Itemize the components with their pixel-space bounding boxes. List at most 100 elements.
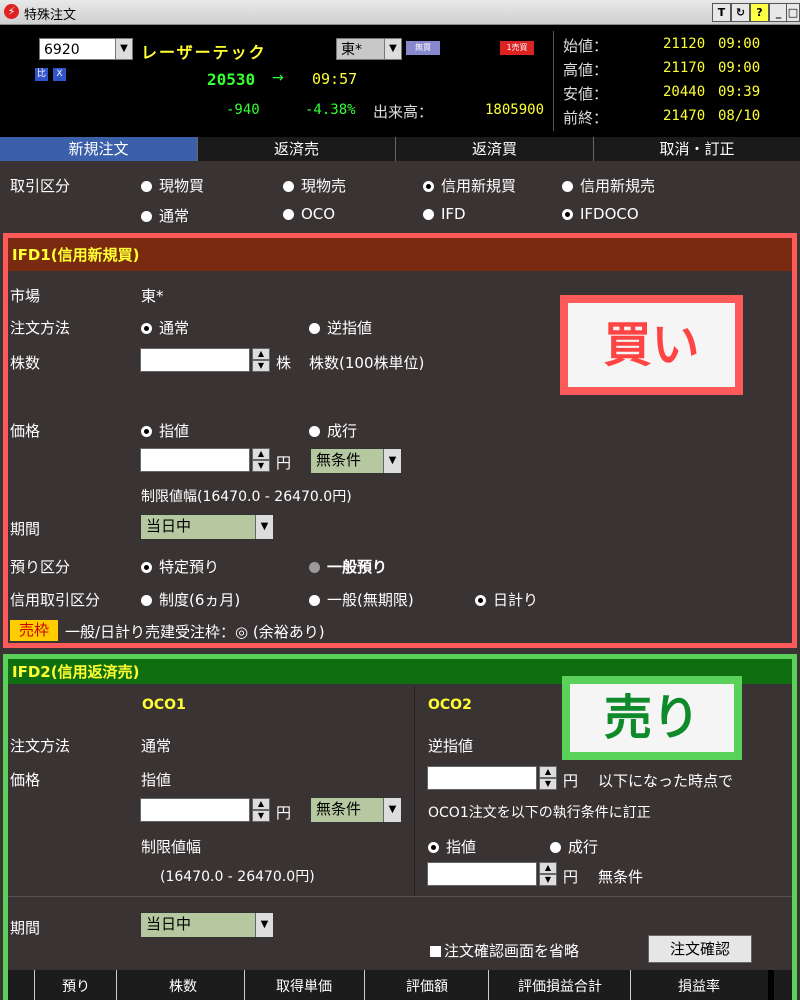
compare-icon[interactable]: 比	[35, 68, 48, 81]
market-combo[interactable]: 東* ▼	[336, 38, 402, 60]
radio-specific-deposit[interactable]: 特定預り	[141, 556, 219, 577]
column-divider	[116, 970, 117, 1000]
radio-spot-buy[interactable]: 現物買	[141, 175, 204, 196]
radio-selected-icon[interactable]	[423, 181, 434, 192]
ifd1-title: IFD1(信用新規買)	[12, 246, 140, 264]
col-acquisition-price[interactable]: 取得単価	[246, 976, 362, 996]
header-divider	[553, 31, 554, 131]
radio-icon[interactable]	[309, 426, 320, 437]
radio-selected-icon[interactable]	[428, 842, 439, 853]
spin-up-icon[interactable]: ▲	[252, 348, 270, 360]
radio-selected-icon[interactable]	[141, 426, 152, 437]
tab-cancel-modify[interactable]: 取消・訂正	[594, 137, 800, 161]
radio-oco[interactable]: OCO	[283, 205, 335, 223]
col-pl-rate[interactable]: 損益率	[632, 976, 766, 996]
tab-repay-sell[interactable]: 返済売	[198, 137, 396, 161]
radio-selected-icon[interactable]	[141, 562, 152, 573]
spin-down-icon[interactable]: ▼	[252, 360, 270, 372]
radio-credit-new-buy[interactable]: 信用新規買	[423, 175, 516, 196]
radio-general-deposit[interactable]: 一般預り	[309, 556, 387, 577]
price-label: 価格	[10, 422, 41, 440]
chevron-down-icon[interactable]: ▼	[255, 913, 273, 937]
quote-low: 安値： 20440 09:39	[563, 84, 761, 103]
tab-repay-buy[interactable]: 返済買	[396, 137, 594, 161]
radio-disabled-icon[interactable]	[309, 562, 320, 573]
col-valuation[interactable]: 評価額	[366, 976, 488, 996]
company-name: レーザーテック	[141, 43, 267, 62]
radio-icon[interactable]	[562, 181, 573, 192]
scrollbar-edge[interactable]	[768, 970, 774, 1000]
radio-icon[interactable]	[141, 211, 152, 222]
radio-spot-sell[interactable]: 現物売	[283, 175, 346, 196]
confirm-order-button[interactable]: 注文確認	[648, 935, 752, 963]
radio-icon[interactable]	[423, 209, 434, 220]
radio-oco2-limit[interactable]: 指値	[428, 836, 476, 857]
oco2-price-input[interactable]	[427, 862, 537, 886]
oco1-price-input[interactable]	[140, 798, 250, 822]
radio-ifdoco[interactable]: IFDOCO	[562, 205, 639, 223]
ifd2-period-combo[interactable]: 当日中 ▼	[140, 912, 274, 938]
radio-method-stop[interactable]: 逆指値	[309, 317, 372, 338]
radio-method-normal[interactable]: 通常	[141, 317, 189, 338]
ifd2-limit-label: 制限値幅	[141, 838, 202, 856]
radio-selected-icon[interactable]	[562, 209, 573, 220]
help-button[interactable]: ?	[750, 3, 769, 22]
badge-small[interactable]: 無貫	[406, 41, 440, 55]
radio-icon[interactable]	[550, 842, 561, 853]
radio-icon[interactable]	[309, 323, 320, 334]
refresh-button[interactable]: ↻	[731, 3, 750, 22]
radio-icon[interactable]	[141, 181, 152, 192]
chevron-down-icon[interactable]: ▼	[115, 39, 132, 59]
ifd1-header: IFD1(信用新規買)	[8, 238, 792, 271]
period-combo[interactable]: 当日中 ▼	[140, 514, 274, 540]
chevron-down-icon[interactable]: ▼	[255, 515, 273, 539]
radio-credit-daytrade[interactable]: 日計り	[475, 589, 538, 610]
limit-range: 制限値幅(16470.0 - 26470.0円)	[141, 489, 352, 505]
spin-down-icon[interactable]: ▼	[539, 778, 557, 790]
x-icon[interactable]: X	[53, 68, 66, 81]
radio-market[interactable]: 成行	[309, 420, 357, 441]
radio-icon[interactable]	[141, 595, 152, 606]
oco1-condition-combo[interactable]: 無条件 ▼	[310, 797, 402, 823]
radio-credit-system[interactable]: 制度(6ヵ月)	[141, 589, 240, 610]
spin-up-icon[interactable]: ▲	[252, 798, 270, 810]
skip-confirm-checkbox[interactable]: 注文確認画面を省略	[430, 940, 579, 961]
checkbox-icon[interactable]	[430, 946, 441, 957]
quantity-input[interactable]	[140, 348, 250, 372]
spin-down-icon[interactable]: ▼	[252, 460, 270, 472]
ifd2-title: IFD2(信用返済売)	[12, 663, 140, 681]
tab-new-order[interactable]: 新規注文	[0, 137, 198, 161]
radio-selected-icon[interactable]	[475, 595, 486, 606]
radio-normal[interactable]: 通常	[141, 205, 189, 226]
radio-icon[interactable]	[309, 595, 320, 606]
price-input[interactable]	[140, 448, 250, 472]
spin-up-icon[interactable]: ▲	[539, 862, 557, 874]
radio-oco2-market[interactable]: 成行	[550, 836, 598, 857]
radio-limit[interactable]: 指値	[141, 420, 189, 441]
spin-down-icon[interactable]: ▼	[252, 810, 270, 822]
oco2-label: OCO2	[428, 697, 472, 713]
col-deposit[interactable]: 預り	[36, 976, 116, 996]
chevron-down-icon[interactable]: ▼	[384, 39, 401, 59]
spin-up-icon[interactable]: ▲	[252, 448, 270, 460]
badge-red[interactable]: 1売買	[500, 41, 534, 55]
text-size-button[interactable]: T	[712, 3, 731, 22]
col-quantity[interactable]: 株数	[118, 976, 248, 996]
radio-ifd[interactable]: IFD	[423, 205, 466, 223]
radio-credit-new-sell[interactable]: 信用新規売	[562, 175, 655, 196]
radio-icon[interactable]	[283, 209, 294, 220]
spin-up-icon[interactable]: ▲	[539, 766, 557, 778]
col-total-pl[interactable]: 評価損益合計	[490, 976, 630, 996]
chevron-down-icon[interactable]: ▼	[383, 798, 401, 822]
oco2-trigger-text: 以下になった時点で	[598, 772, 734, 790]
condition-combo[interactable]: 無条件 ▼	[310, 448, 402, 474]
chevron-down-icon[interactable]: ▼	[383, 449, 401, 473]
stock-code-combo[interactable]: 6920 ▼	[39, 38, 133, 60]
radio-selected-icon[interactable]	[141, 323, 152, 334]
spin-down-icon[interactable]: ▼	[539, 874, 557, 886]
radio-credit-general[interactable]: 一般(無期限)	[309, 589, 414, 610]
maximize-button[interactable]: □	[786, 3, 800, 22]
order-tabs: 新規注文 返済売 返済買 取消・訂正	[0, 137, 800, 161]
radio-icon[interactable]	[283, 181, 294, 192]
oco2-trigger-input[interactable]	[427, 766, 537, 790]
